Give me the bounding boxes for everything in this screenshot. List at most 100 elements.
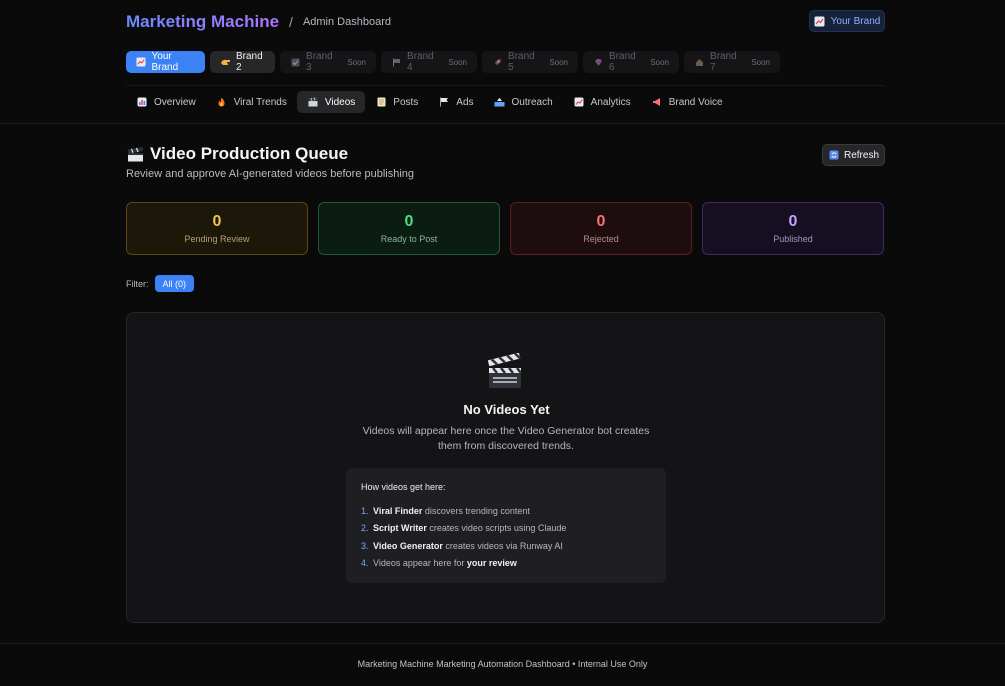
step-number: 2. (361, 523, 369, 534)
tab-label: Viral Trends (233, 96, 287, 108)
brand-tab-label: Brand 5 (508, 51, 535, 73)
brand-tab-your-brand[interactable]: Your Brand (126, 51, 205, 73)
memo-icon (375, 96, 387, 108)
checkbox-icon (290, 56, 301, 68)
step-number: 4. (361, 558, 369, 569)
brand-tab-brand-2[interactable]: Brand 2 (210, 51, 275, 73)
page-title-text: Video Production Queue (150, 144, 349, 163)
tab-videos[interactable]: Videos (296, 91, 366, 113)
clapper-icon (126, 146, 144, 162)
hand-icon (220, 56, 231, 68)
outbox-icon (494, 96, 506, 108)
empty-state-title: No Videos Yet (463, 402, 550, 417)
step-number: 3. (361, 540, 369, 551)
soon-badge: Soon (448, 57, 467, 67)
tab-posts[interactable]: Posts (365, 91, 428, 113)
tab-brand-voice[interactable]: Brand Voice (641, 91, 733, 113)
app-logo[interactable]: Marketing Machine (126, 12, 279, 32)
chart-icon (136, 56, 147, 68)
step-text: creates videos via Runway AI (442, 540, 563, 551)
step-bold: your review (466, 558, 517, 569)
empty-state-card: No Videos Yet Videos will appear here on… (126, 312, 885, 623)
gem-icon (593, 56, 604, 68)
refresh-icon (828, 149, 840, 161)
list-item: 1. Viral Finder discovers trending conte… (361, 502, 651, 520)
step-text: creates video scripts using Claude (426, 523, 567, 534)
step-bold: Viral Finder (373, 505, 423, 516)
step-text: discovers trending content (422, 505, 530, 516)
stat-value: 0 (212, 213, 222, 230)
fire-icon (216, 96, 228, 108)
tab-label: Analytics (590, 96, 631, 108)
flag-icon (438, 96, 450, 108)
breadcrumb-separator: / (289, 14, 293, 30)
chart-up-icon (573, 96, 585, 108)
list-item: 3. Video Generator creates videos via Ru… (361, 537, 651, 555)
soon-badge: Soon (549, 57, 568, 67)
stat-published: 0 Published (702, 202, 884, 255)
tab-label: Outreach (511, 96, 553, 108)
filter-chip-all[interactable]: All (0) (154, 275, 195, 292)
tab-overview[interactable]: Overview (126, 91, 206, 113)
tab-viral-trends[interactable]: Viral Trends (206, 91, 297, 113)
flag-icon (391, 56, 402, 68)
stat-rejected: 0 Rejected (510, 202, 692, 255)
house-icon (694, 56, 705, 68)
howto-title: How videos get here: (361, 482, 446, 492)
step-bold: Video Generator (373, 540, 443, 551)
howto-steps: 1. Viral Finder discovers trending conte… (361, 502, 651, 572)
rocket-icon (492, 56, 503, 68)
current-brand-button[interactable]: Your Brand (809, 10, 885, 32)
stat-label: Rejected (583, 234, 619, 244)
stat-ready-to-post: 0 Ready to Post (318, 202, 500, 255)
brand-tab-label: Brand 2 (236, 51, 263, 73)
brand-row: Marketing Machine / Admin Dashboard (126, 12, 391, 32)
tab-ads[interactable]: Ads (428, 91, 483, 113)
soon-badge: Soon (347, 57, 366, 67)
tab-outreach[interactable]: Outreach (484, 91, 563, 113)
current-brand-label: Your Brand (830, 15, 881, 27)
megaphone-icon (651, 96, 663, 108)
step-bold: Script Writer (373, 523, 427, 534)
brand-tab-brand-4[interactable]: Brand 4 Soon (381, 51, 477, 73)
nav-divider (126, 85, 885, 86)
section-label: Admin Dashboard (302, 16, 391, 28)
stat-label: Pending Review (184, 234, 250, 244)
filter-label: Filter: (126, 278, 149, 289)
list-item: 4. Videos appear here for your review (361, 555, 651, 573)
brand-tab-label: Brand 3 (306, 51, 333, 73)
brand-tab-label: Your Brand (151, 51, 179, 73)
footer-divider (0, 643, 1005, 644)
step-number: 1. (361, 505, 369, 516)
page-subtitle: Review and approve AI-generated videos b… (126, 168, 415, 180)
brand-tab-label: Brand 4 (407, 51, 434, 73)
stat-value: 0 (596, 213, 606, 230)
tab-label: Ads (456, 96, 474, 108)
stat-label: Published (773, 234, 813, 244)
brand-tab-label: Brand 7 (710, 51, 737, 73)
footer: Marketing Machine Marketing Automation D… (357, 659, 648, 669)
brand-tabs: Your Brand Brand 2 Brand 3 Soon Brand 4 … (126, 51, 780, 73)
brand-tab-brand-7[interactable]: Brand 7 Soon (684, 51, 780, 73)
refresh-label: Refresh (843, 149, 879, 161)
header: Marketing Machine / Admin Dashboard Your… (0, 0, 1005, 124)
stat-label: Ready to Post (380, 234, 438, 244)
tab-analytics[interactable]: Analytics (563, 91, 641, 113)
brand-tab-brand-5[interactable]: Brand 5 Soon (482, 51, 578, 73)
brand-tab-label: Brand 6 (609, 51, 636, 73)
bar-chart-icon (136, 96, 148, 108)
soon-badge: Soon (751, 57, 770, 67)
brand-tab-brand-6[interactable]: Brand 6 Soon (583, 51, 679, 73)
stat-value: 0 (788, 213, 798, 230)
clapper-icon (486, 352, 524, 391)
stat-pending-review: 0 Pending Review (126, 202, 308, 255)
refresh-button[interactable]: Refresh (822, 144, 885, 166)
brand-tab-brand-3[interactable]: Brand 3 Soon (280, 51, 376, 73)
tab-label: Overview (154, 96, 196, 108)
soon-badge: Soon (650, 57, 669, 67)
stats-row: 0 Pending Review 0 Ready to Post 0 Rejec… (126, 202, 884, 255)
howto-box: How videos get here: 1. Viral Finder dis… (346, 468, 666, 583)
main-nav: Overview Viral Trends Videos Posts Ads O… (126, 91, 733, 113)
stat-value: 0 (404, 213, 414, 230)
clapper-icon (307, 96, 319, 108)
